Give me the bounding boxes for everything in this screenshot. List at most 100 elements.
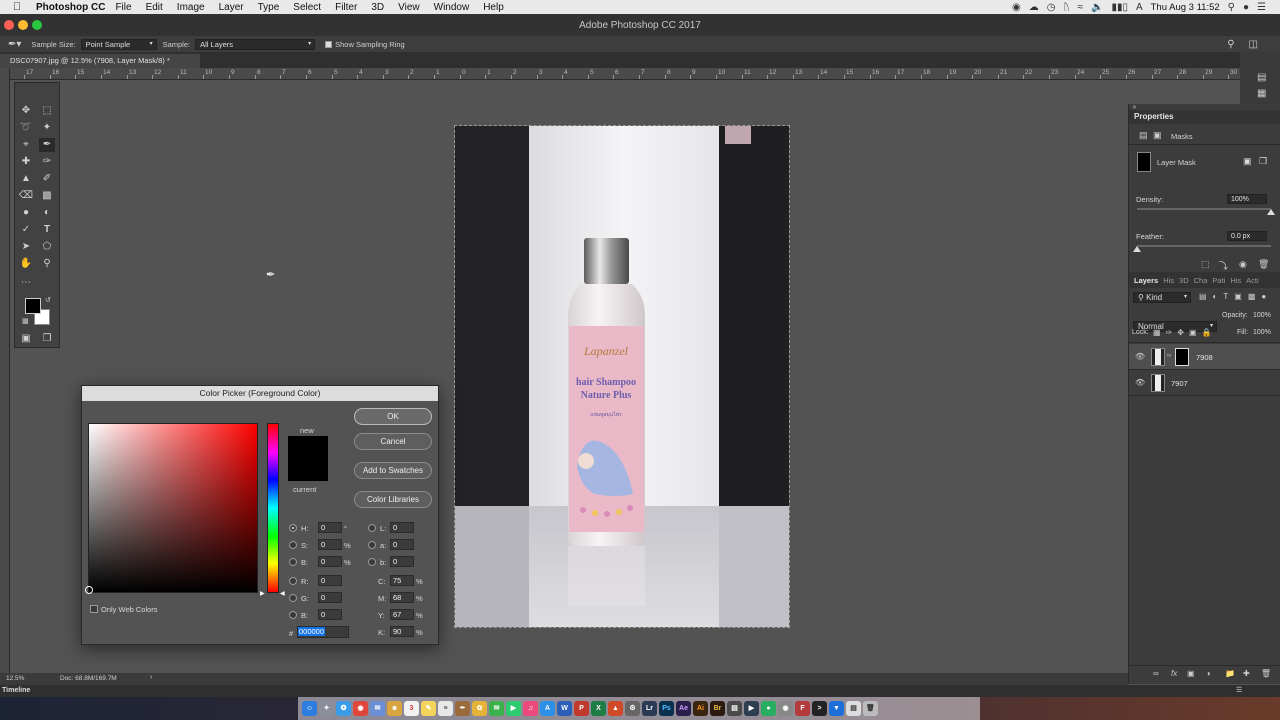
current-color-swatch[interactable] — [288, 458, 328, 481]
sample-size-select[interactable]: Point Sample ▾ — [80, 38, 157, 50]
tab-actions[interactable]: Acti — [1246, 276, 1259, 285]
photos-icon[interactable]: ✿ — [472, 701, 487, 716]
hue-slider-right-arrow-icon[interactable]: ◀ — [280, 590, 285, 597]
move-tool-icon[interactable]: ✥ — [18, 104, 34, 118]
close-window-icon[interactable] — [4, 20, 14, 30]
lab-b-input[interactable]: 0 — [390, 556, 414, 567]
eye-icon[interactable]: 👁 — [1135, 352, 1145, 361]
hue-input[interactable]: 0 — [318, 522, 342, 533]
menu-image[interactable]: Image — [177, 2, 205, 13]
apple-icon[interactable]:  — [10, 1, 24, 13]
link-layers-icon[interactable]: ∞ — [1153, 669, 1159, 678]
menu-edit[interactable]: Edit — [146, 2, 163, 13]
density-input[interactable]: 100% — [1227, 194, 1267, 204]
lab-l-input[interactable]: 0 — [390, 522, 414, 533]
eraser-tool-icon[interactable]: ⌫ — [18, 189, 34, 203]
foreground-color-swatch[interactable] — [25, 298, 41, 314]
after-effects-icon[interactable]: Ae — [676, 701, 691, 716]
excel-icon[interactable]: X — [591, 701, 606, 716]
red-radio[interactable] — [289, 577, 297, 585]
cloud-icon[interactable]: ☁ — [1029, 2, 1039, 13]
grid-panel-icon[interactable]: ▦ — [1257, 88, 1266, 99]
bridge-icon[interactable]: Br — [710, 701, 725, 716]
hue-slider[interactable] — [267, 423, 279, 593]
app-store-icon[interactable]: A — [540, 701, 555, 716]
delete-mask-icon[interactable]: 🗑 — [1258, 259, 1269, 270]
finder-icon[interactable]: ☺ — [302, 701, 317, 716]
red-input[interactable]: 0 — [318, 575, 342, 586]
lab-b-radio[interactable] — [368, 558, 376, 566]
color-field-marker[interactable] — [85, 586, 93, 594]
menu-3d[interactable]: 3D — [371, 2, 384, 13]
brightness-radio[interactable] — [289, 558, 297, 566]
cancel-button[interactable]: Cancel — [354, 433, 432, 450]
histogram-panel-icon[interactable]: ▤ — [1257, 72, 1266, 83]
document-tab[interactable]: DSC07907.jpg @ 12.5% (7908, Layer Mask/8… — [0, 54, 200, 68]
menu-help[interactable]: Help — [483, 2, 504, 13]
marquee-tool-icon[interactable]: ⬚ — [39, 104, 55, 118]
layer-style-icon[interactable]: fx — [1171, 669, 1177, 678]
messages-icon[interactable]: ✉ — [489, 701, 504, 716]
tab-channels[interactable]: Cha — [1194, 276, 1208, 285]
brightness-input[interactable]: 0 — [318, 556, 342, 567]
document-canvas[interactable]: Lapanzel hair Shampoo Nature Plus แชมพูส… — [454, 125, 790, 628]
system-preferences-icon[interactable]: ⚙ — [625, 701, 640, 716]
zoom-window-icon[interactable] — [32, 20, 42, 30]
quick-select-tool-icon[interactable]: ✦ — [39, 121, 55, 135]
utility-icon[interactable]: ◉ — [778, 701, 793, 716]
itunes-icon[interactable]: ♫ — [523, 701, 538, 716]
adjustment-layer-icon[interactable]: ◐ — [1207, 669, 1212, 678]
wifi-icon[interactable]: ≈ — [1077, 2, 1083, 13]
gradient-tool-icon[interactable]: ▩ — [39, 189, 55, 203]
illustrator-icon[interactable]: Ai — [693, 701, 708, 716]
notification-center-icon[interactable]: ☰ — [1257, 2, 1266, 13]
green-input[interactable]: 0 — [318, 592, 342, 603]
timeline-label[interactable]: Timeline — [2, 687, 30, 694]
pencil-app-icon[interactable]: ✒ — [455, 701, 470, 716]
new-layer-icon[interactable]: ✚ — [1243, 669, 1250, 678]
terminal-icon[interactable]: > — [812, 701, 827, 716]
tab-history-2[interactable]: His — [1230, 276, 1241, 285]
blue-radio[interactable] — [289, 611, 297, 619]
ok-button[interactable]: OK — [354, 408, 432, 425]
opacity-value[interactable]: 100% — [1253, 312, 1271, 319]
delete-layer-icon[interactable]: 🗑 — [1261, 669, 1271, 678]
lock-icons[interactable]: ▦✑✥▣🔒 — [1153, 328, 1216, 337]
layer-row[interactable]: 👁 7907 — [1129, 370, 1280, 396]
brush-tool-icon[interactable]: ✑ — [39, 155, 55, 169]
word-icon[interactable]: W — [557, 701, 572, 716]
record-icon[interactable]: ◉ — [1012, 2, 1021, 13]
cyan-input[interactable]: 75 — [390, 575, 414, 586]
pixel-mask-icon[interactable]: ▤ — [1139, 130, 1148, 141]
menu-app-name[interactable]: Photoshop CC — [36, 2, 105, 13]
add-mask-icon[interactable]: ▣ — [1187, 669, 1195, 678]
mail-icon[interactable]: ✉ — [370, 701, 385, 716]
clock-icon[interactable]: ◷ — [1047, 2, 1056, 13]
new-group-icon[interactable]: 📁 — [1225, 669, 1235, 678]
status-menu-arrow-icon[interactable]: › — [150, 674, 152, 681]
saturation-radio[interactable] — [289, 541, 297, 549]
menu-clock[interactable]: Thu Aug 3 11:52 — [1151, 2, 1220, 13]
blur-tool-icon[interactable]: ● — [18, 206, 34, 220]
search-icon[interactable]: ⚲ — [1227, 39, 1234, 50]
menu-type[interactable]: Type — [258, 2, 280, 13]
history-brush-tool-icon[interactable]: ✐ — [39, 172, 55, 186]
workspace-icon[interactable]: ◫ — [1249, 39, 1258, 50]
lightroom-icon[interactable]: Lr — [642, 701, 657, 716]
feather-input[interactable]: 0.0 px — [1227, 231, 1267, 241]
fill-value[interactable]: 100% — [1253, 329, 1271, 336]
clone-stamp-tool-icon[interactable]: ▲ — [18, 172, 34, 186]
powerpoint-icon[interactable]: P — [574, 701, 589, 716]
feather-slider-thumb[interactable] — [1133, 246, 1141, 252]
show-sampling-ring-checkbox[interactable]: Show Sampling Ring — [325, 40, 405, 49]
tab-3d[interactable]: 3D — [1179, 276, 1189, 285]
lab-l-radio[interactable] — [368, 524, 376, 532]
input-source-icon[interactable]: A — [1136, 2, 1143, 13]
user-avatar-icon[interactable]: ● — [1243, 2, 1249, 13]
hue-radio[interactable] — [289, 524, 297, 532]
tab-history[interactable]: His — [1163, 276, 1174, 285]
select-pixel-mask-icon[interactable]: ▣ — [1243, 156, 1252, 167]
menu-view[interactable]: View — [398, 2, 420, 13]
only-web-colors-checkbox[interactable] — [90, 605, 98, 613]
minimize-window-icon[interactable] — [18, 20, 28, 30]
